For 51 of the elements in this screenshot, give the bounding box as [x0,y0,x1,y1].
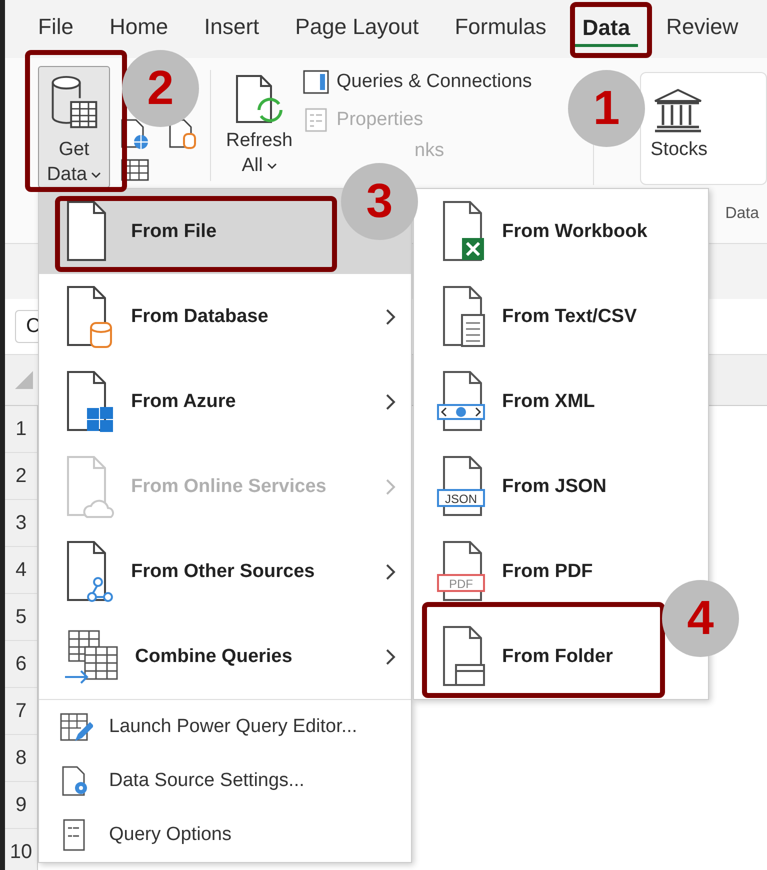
row-header[interactable]: 10 [5,829,37,870]
list-icon [302,108,329,132]
group-label: Data [725,205,759,223]
menu-item[interactable]: JSON From JSON [414,444,658,529]
ribbon-tab[interactable]: Page Layout [287,10,427,48]
stocks-button[interactable]: Stocks [640,72,767,185]
menu-item[interactable]: From Folder [414,614,658,699]
row-header[interactable]: 1 [5,406,37,453]
row-header[interactable]: 5 [5,594,37,641]
ribbon-tab[interactable]: File [30,10,82,48]
chevron-icon [385,563,397,581]
ribbon-tab[interactable]: Data [574,11,638,47]
database-table-icon [49,75,99,131]
network-document-icon [65,540,115,604]
chevron-icon [385,308,397,326]
row-header[interactable]: 6 [5,641,37,688]
ribbon-command[interactable]: Queries & Connections [302,70,532,94]
windows-document-icon [65,370,115,434]
menu-command[interactable]: Data Source Settings... [39,754,411,808]
row-header[interactable]: 3 [5,500,37,547]
get-data-button[interactable]: Get Data [38,66,110,188]
row-header[interactable]: 8 [5,735,37,782]
row-header[interactable]: 7 [5,688,37,735]
menu-item[interactable]: From Other Sources [39,529,411,614]
ribbon-tab[interactable]: Home [101,10,176,48]
menu-item[interactable]: From Text/CSV [414,274,658,359]
caret-icon [91,170,102,178]
ribbon-tab[interactable]: Review [658,10,746,48]
menu-command[interactable]: Query Options [39,808,411,862]
row-header[interactable]: 4 [5,547,37,594]
xml-document-icon [436,370,486,434]
database-document-icon [65,284,115,348]
combine-tables-icon [65,628,119,684]
cloud-document-icon [65,454,115,518]
menu-item[interactable]: Combine Queries [39,614,411,699]
menu-item[interactable]: From Azure [39,359,411,444]
panel-icon [302,70,329,94]
row-header[interactable]: 2 [5,453,37,500]
ribbon-tab[interactable]: Formulas [446,10,554,48]
menu-command[interactable]: Launch Power Query Editor... [39,700,411,754]
menu-item[interactable]: PDF From PDF [414,529,658,614]
table-pencil-icon [59,711,93,743]
refresh-all-button[interactable]: Refresh All [226,72,293,185]
menu-item[interactable]: From XML [414,359,658,444]
ribbon-tab[interactable]: Insert [196,10,268,48]
row-header[interactable]: 9 [5,782,37,829]
chevron-icon [385,393,397,411]
caret-icon [266,162,277,170]
chevron-icon [385,648,397,666]
chevron-icon [385,478,397,496]
database-document-icon[interactable] [168,118,198,150]
